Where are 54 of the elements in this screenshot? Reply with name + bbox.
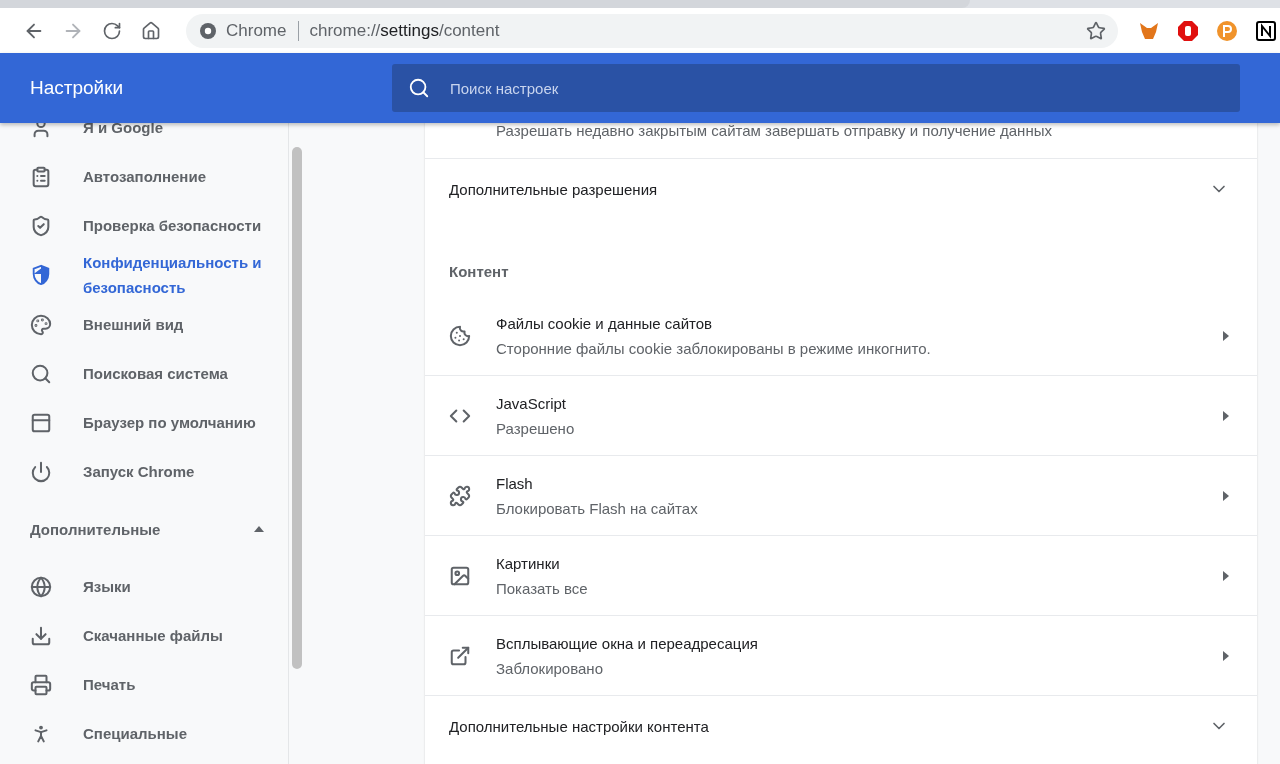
sidebar-item[interactable]: Внешний вид — [0, 300, 288, 349]
settings-row[interactable]: JavaScript Разрешено — [425, 376, 1257, 456]
sidebar-item[interactable]: Автозаполнение — [0, 152, 288, 201]
caret-icon — [1223, 650, 1229, 661]
home-icon — [140, 20, 161, 41]
sidebar-item[interactable]: Браузер по умолчанию — [0, 398, 288, 447]
caret-icon — [1223, 330, 1229, 341]
scrollbar-thumb[interactable] — [292, 147, 302, 669]
search-input[interactable]: Поиск настроек — [448, 78, 1240, 98]
page-title: Настройки — [29, 77, 125, 99]
sidebar-item[interactable]: Специальные — [0, 709, 288, 758]
caret-icon — [1223, 410, 1229, 421]
expand-row[interactable]: Дополнительные настройки контента — [425, 696, 1257, 756]
expand-row[interactable]: Дополнительные разрешения — [425, 159, 1257, 219]
settings-row[interactable]: Картинки Показать все — [425, 536, 1257, 616]
bookmark-star-icon[interactable] — [1086, 20, 1106, 41]
sidebar-item[interactable]: Печать — [0, 660, 288, 709]
settings-row[interactable]: Файлы cookie и данные сайтов Сторонние файлы cookie заблокированы в режиме инкогнито. — [425, 296, 1257, 376]
sidebar-icon — [30, 575, 52, 598]
search-field[interactable]: Поиск настроек — [392, 64, 1240, 112]
sidebar-icon — [30, 165, 52, 188]
search-icon — [408, 77, 430, 99]
row-icon — [449, 644, 471, 667]
sidebar-icon — [30, 214, 52, 237]
row-icon — [449, 324, 471, 347]
caret-icon — [1223, 570, 1229, 581]
site-label: Chrome — [226, 20, 300, 41]
sidebar-icon — [30, 624, 52, 647]
sidebar-item[interactable]: Запуск Chrome — [0, 447, 288, 496]
row-subtitle: Разрешать недавно закрытым сайтам завершать отправку и получение данных — [496, 123, 1053, 141]
sidebar-icon — [30, 362, 52, 385]
hand-icon[interactable] — [1177, 19, 1199, 42]
reload-icon — [101, 20, 122, 41]
section-title: Контент — [448, 262, 510, 282]
sidebar-icon — [30, 673, 52, 696]
row-icon — [449, 484, 471, 507]
sidebar-item[interactable]: Поисковая система — [0, 349, 288, 398]
n-square-icon[interactable] — [1255, 19, 1277, 42]
settings-row[interactable]: Flash Блокировать Flash на сайтах — [425, 456, 1257, 536]
advanced-section-header[interactable]: Дополнительные — [0, 496, 288, 562]
caret-icon — [1223, 490, 1229, 501]
settings-row[interactable]: Всплывающие окна и переадресация Заблокировано — [425, 616, 1257, 696]
sidebar-item[interactable]: Конфиденциальность и безопасность — [0, 250, 288, 300]
shield-icon — [30, 264, 52, 286]
sidebar-icon — [30, 313, 52, 336]
site-icon — [200, 22, 216, 39]
sidebar-item[interactable]: Проверка безопасности — [0, 201, 288, 250]
sidebar-icon — [30, 460, 52, 483]
sidebar-item[interactable]: Языки — [0, 562, 288, 611]
url-text: chrome://settings/content — [309, 20, 501, 41]
sidebar-icon — [30, 411, 52, 434]
address-bar[interactable]: Chrome chrome://settings/content — [186, 13, 1118, 48]
sidebar-item[interactable]: Скачанные файлы — [0, 611, 288, 660]
row-icon — [449, 564, 471, 587]
